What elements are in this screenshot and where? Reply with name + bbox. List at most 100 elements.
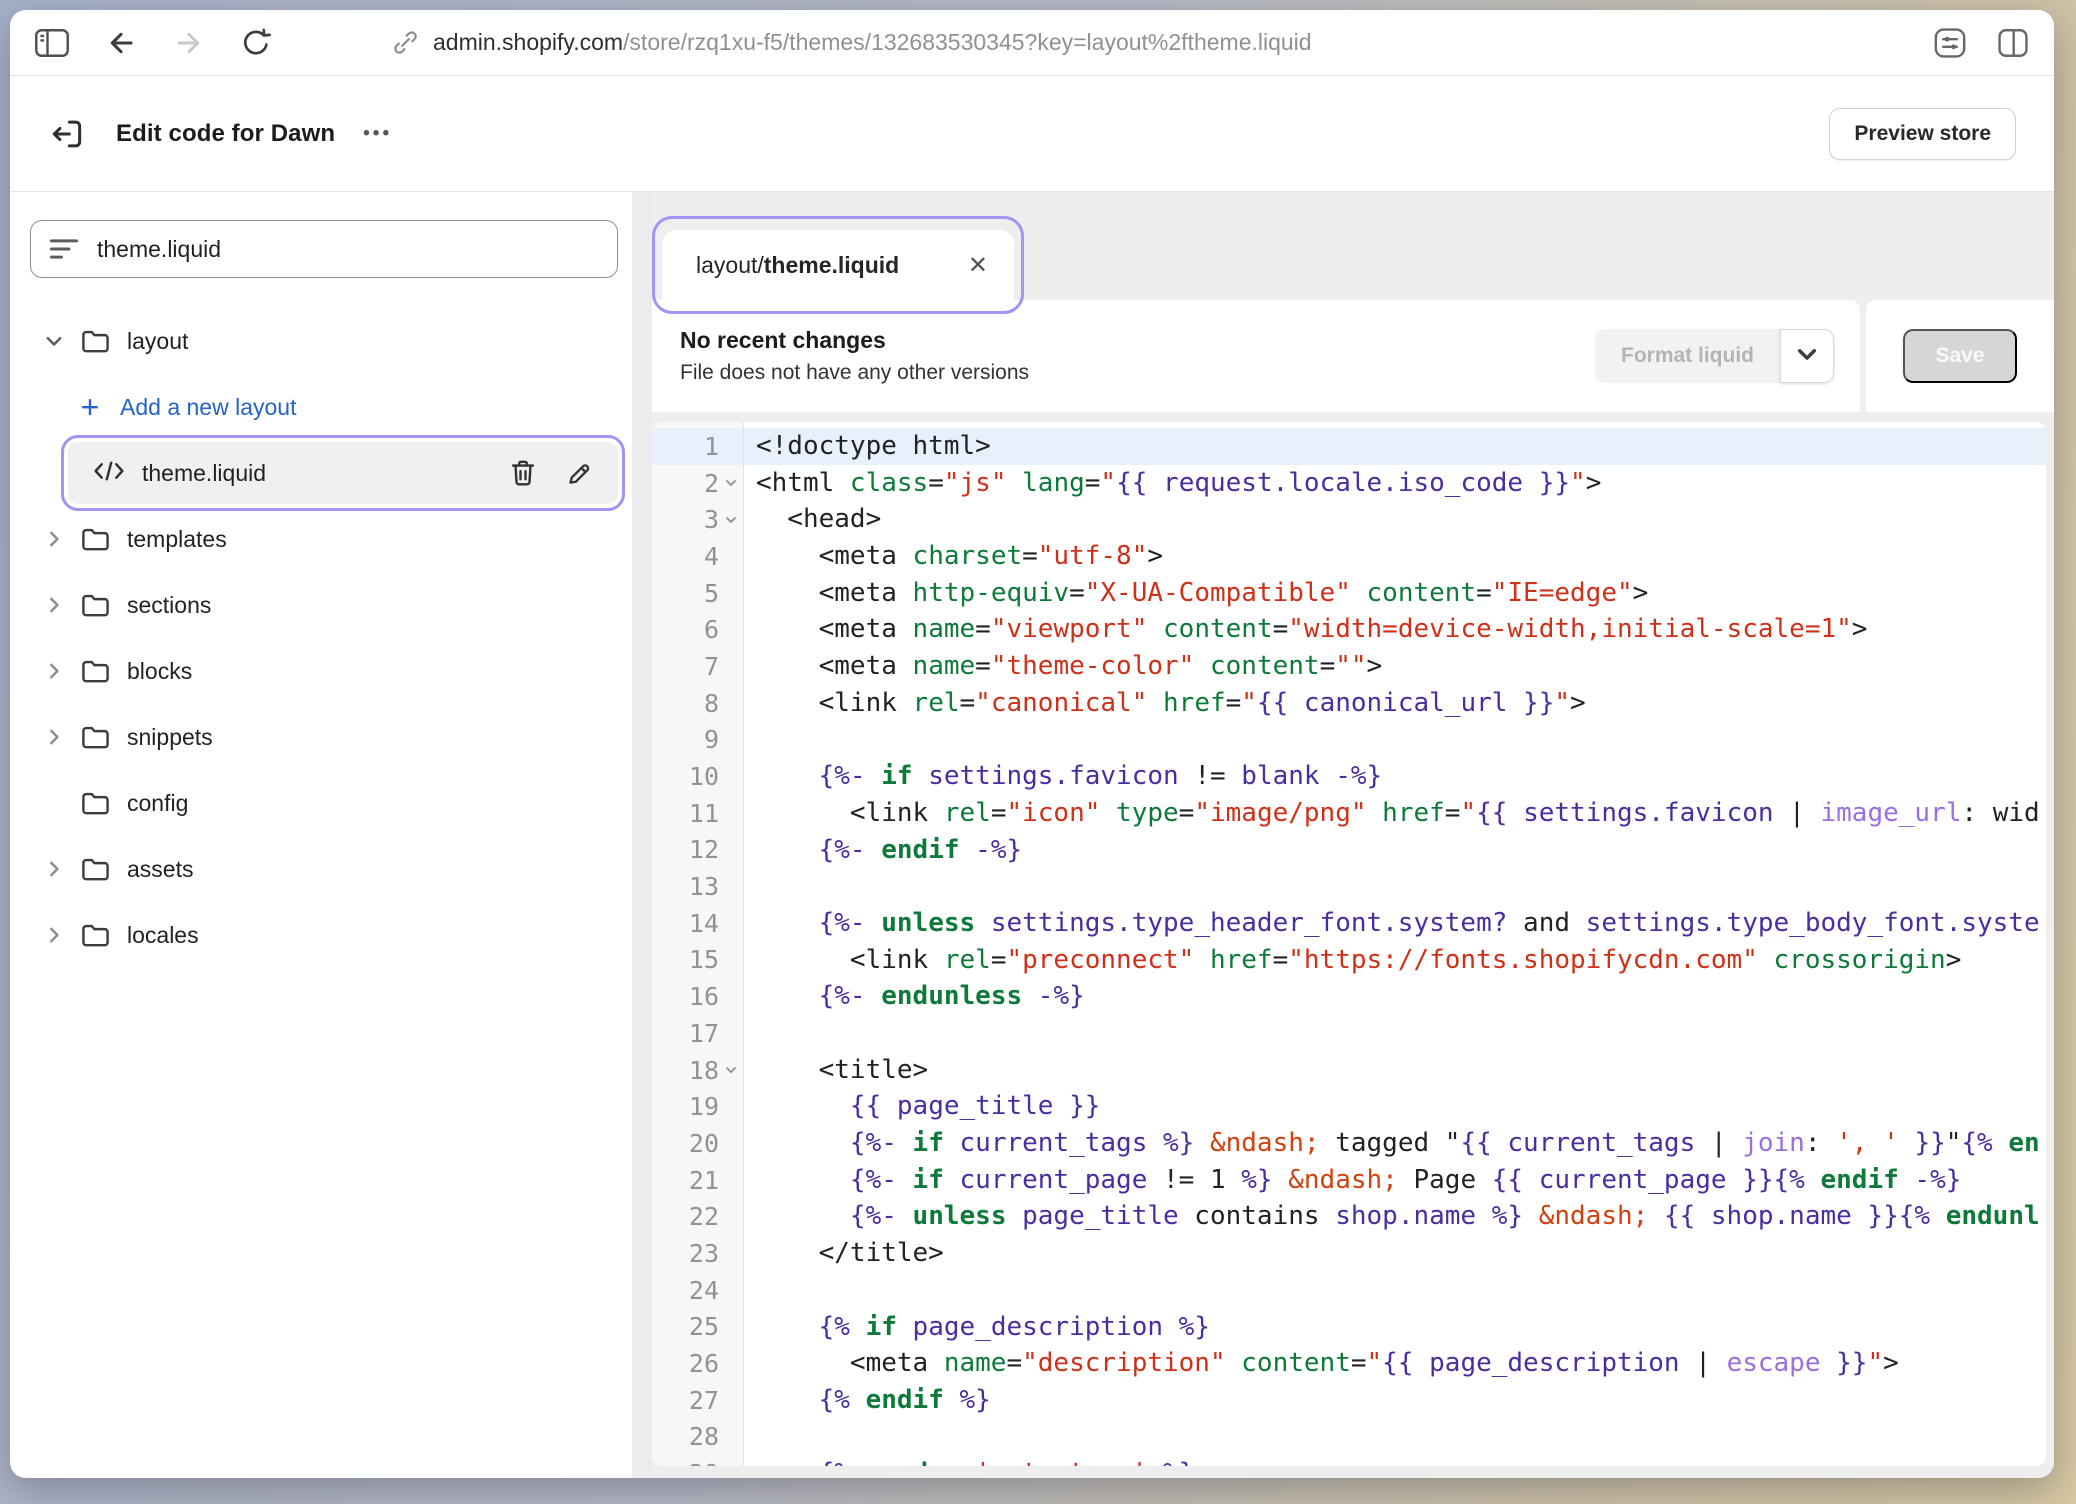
- tab-strip: layout/theme.liquid ✕: [652, 192, 2054, 300]
- code-line-5[interactable]: <meta http-equiv="X-UA-Compatible" conte…: [756, 575, 2046, 612]
- tree-item-label: layout: [127, 328, 188, 355]
- chevron-right-icon[interactable]: [36, 858, 72, 880]
- line-number: 22: [652, 1198, 743, 1235]
- code-file-icon: [92, 458, 126, 489]
- chevron-right-icon[interactable]: [36, 528, 72, 550]
- code-line-20[interactable]: {%- if current_tags %} &ndash; tagged "{…: [756, 1125, 2046, 1162]
- code-line-25[interactable]: {% if page_description %}: [756, 1309, 2046, 1346]
- editor-toolbar: No recent changes File does not have any…: [652, 300, 2054, 412]
- file-search[interactable]: [30, 220, 618, 278]
- tree-item-label: templates: [127, 526, 227, 553]
- preview-store-button[interactable]: Preview store: [1829, 108, 2016, 160]
- code-line-16[interactable]: {%- endunless -%}: [756, 978, 2046, 1015]
- back-icon[interactable]: [104, 27, 138, 59]
- code-line-13[interactable]: [756, 868, 2046, 905]
- code-line-4[interactable]: <meta charset="utf-8">: [756, 538, 2046, 575]
- fold-toggle-icon[interactable]: [719, 475, 743, 491]
- code-line-26[interactable]: <meta name="description" content="{{ pag…: [756, 1345, 2046, 1382]
- code-lines[interactable]: <!doctype html><html class="js" lang="{{…: [744, 422, 2046, 1466]
- code-editor: 1234567891011121314151617181920212223242…: [652, 412, 2054, 1478]
- add-layout-button[interactable]: + Add a new layout: [10, 374, 632, 440]
- chevron-down-icon[interactable]: [36, 330, 72, 352]
- line-number: 8: [652, 685, 743, 722]
- code-line-10[interactable]: {%- if settings.favicon != blank -%}: [756, 758, 2046, 795]
- code-line-22[interactable]: {%- unless page_title contains shop.name…: [756, 1198, 2046, 1235]
- fold-toggle-icon[interactable]: [719, 512, 743, 528]
- delete-icon[interactable]: [509, 458, 537, 488]
- code-line-12[interactable]: {%- endif -%}: [756, 832, 2046, 869]
- line-number: 4: [652, 538, 743, 575]
- split-view-icon[interactable]: [1996, 26, 2030, 60]
- tree-item-label: theme.liquid: [142, 460, 266, 487]
- code-line-3[interactable]: <head>: [756, 501, 2046, 538]
- code-line-28[interactable]: [756, 1419, 2046, 1456]
- sidebar-toggle-icon[interactable]: [34, 27, 70, 59]
- line-number: 11: [652, 795, 743, 832]
- tree-item-theme-liquid[interactable]: theme.liquid: [68, 442, 618, 504]
- plus-icon: +: [72, 391, 108, 423]
- line-number: 2: [652, 465, 743, 502]
- search-input[interactable]: [97, 236, 599, 263]
- tree-item-blocks[interactable]: blocks: [10, 638, 632, 704]
- more-actions-button[interactable]: •••: [363, 123, 392, 145]
- code-line-6[interactable]: <meta name="viewport" content="width=dev…: [756, 611, 2046, 648]
- code-line-15[interactable]: <link rel="preconnect" href="https://fon…: [756, 942, 2046, 979]
- tree-item-label: blocks: [127, 658, 192, 685]
- forward-icon[interactable]: [172, 27, 206, 59]
- tree-item-assets[interactable]: assets: [10, 836, 632, 902]
- tree-item-layout[interactable]: layout: [10, 308, 632, 374]
- exit-editor-icon[interactable]: [48, 115, 86, 153]
- tree-item-locales[interactable]: locales: [10, 902, 632, 968]
- line-number: 13: [652, 868, 743, 905]
- file-sidebar: layout + Add a new layout theme.liquid templ…: [10, 192, 632, 1478]
- format-liquid-dropdown[interactable]: [1780, 329, 1834, 383]
- sidebar-divider: [632, 192, 652, 1478]
- chevron-right-icon[interactable]: [36, 726, 72, 748]
- tree-item-templates[interactable]: templates: [10, 506, 632, 572]
- close-icon[interactable]: ✕: [968, 251, 988, 280]
- line-number: 9: [652, 722, 743, 759]
- format-liquid-split-button: Format liquid: [1595, 329, 1834, 383]
- add-layout-label: Add a new layout: [120, 394, 296, 421]
- rename-icon[interactable]: [565, 459, 594, 488]
- code-line-14[interactable]: {%- unless settings.type_header_font.sys…: [756, 905, 2046, 942]
- code-line-9[interactable]: [756, 722, 2046, 759]
- chevron-right-icon[interactable]: [36, 594, 72, 616]
- code-line-11[interactable]: <link rel="icon" type="image/png" href="…: [756, 795, 2046, 832]
- tree-item-sections[interactable]: sections: [10, 572, 632, 638]
- code-line-27[interactable]: {% endif %}: [756, 1382, 2046, 1419]
- chevron-right-icon[interactable]: [36, 660, 72, 682]
- address-bar[interactable]: admin.shopify.com/store/rzq1xu-f5/themes…: [392, 29, 1312, 56]
- code-line-1[interactable]: <!doctype html>: [744, 428, 2046, 465]
- folder-icon: [80, 723, 111, 751]
- code-line-2[interactable]: <html class="js" lang="{{ request.locale…: [756, 465, 2046, 502]
- filter-icon: [49, 236, 79, 262]
- chevron-right-icon[interactable]: [36, 924, 72, 946]
- code-line-18[interactable]: <title>: [756, 1052, 2046, 1089]
- tab-theme-liquid[interactable]: layout/theme.liquid ✕: [662, 230, 1014, 300]
- code-line-7[interactable]: <meta name="theme-color" content="">: [756, 648, 2046, 685]
- line-number: 14: [652, 905, 743, 942]
- code-line-24[interactable]: [756, 1272, 2046, 1309]
- code-line-23[interactable]: </title>: [756, 1235, 2046, 1272]
- fold-toggle-icon[interactable]: [719, 1062, 743, 1078]
- tree-item-config[interactable]: config: [10, 770, 632, 836]
- code-line-8[interactable]: <link rel="canonical" href="{{ canonical…: [756, 685, 2046, 722]
- app-header: Edit code for Dawn ••• Preview store: [10, 76, 2054, 192]
- url-text: admin.shopify.com/store/rzq1xu-f5/themes…: [433, 29, 1312, 56]
- line-number: 7: [652, 648, 743, 685]
- folder-icon: [80, 327, 111, 355]
- code-line-29[interactable]: {% render 'meta-tags' %}: [756, 1455, 2046, 1466]
- tree-item-snippets[interactable]: snippets: [10, 704, 632, 770]
- format-liquid-button[interactable]: Format liquid: [1595, 329, 1780, 383]
- page-settings-icon[interactable]: [1932, 26, 1968, 60]
- line-number: 23: [652, 1235, 743, 1272]
- line-number-gutter: 1234567891011121314151617181920212223242…: [652, 422, 744, 1466]
- code-line-21[interactable]: {%- if current_page != 1 %} &ndash; Page…: [756, 1162, 2046, 1199]
- reload-icon[interactable]: [240, 27, 272, 59]
- save-button[interactable]: Save: [1903, 329, 2016, 383]
- tree-item-label: locales: [127, 922, 199, 949]
- code-line-19[interactable]: {{ page_title }}: [756, 1088, 2046, 1125]
- tree-item-label: sections: [127, 592, 211, 619]
- code-line-17[interactable]: [756, 1015, 2046, 1052]
